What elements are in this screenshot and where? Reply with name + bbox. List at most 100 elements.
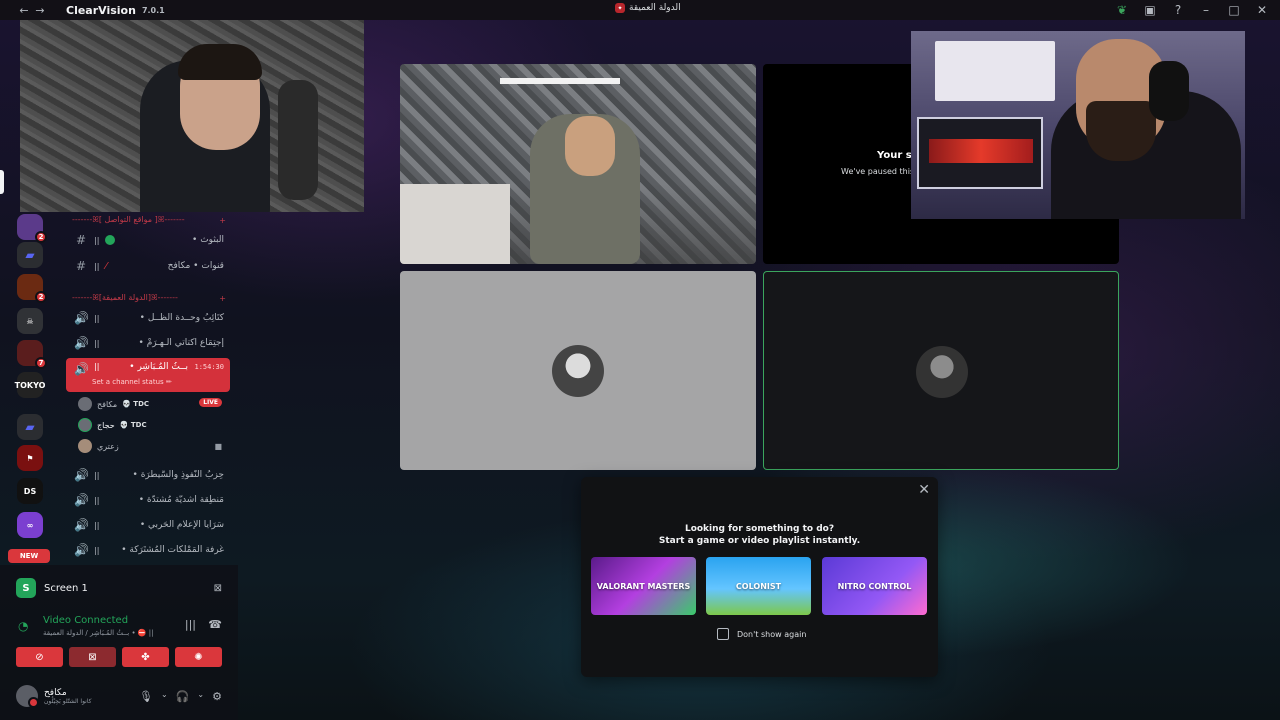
back-icon[interactable]: ←: [16, 2, 32, 18]
gear-icon[interactable]: ⚙: [212, 690, 222, 703]
paused-subtitle: We've paused this: [841, 167, 915, 176]
set-channel-status[interactable]: Set a channel status ✏: [92, 378, 172, 386]
voice-channel[interactable]: 🔊 || سَرَايا الإعلامِ الحَربي •: [66, 514, 230, 536]
voice-channel[interactable]: 🔊 || كَتَائِبُ وحــدة الظــل •: [66, 307, 230, 329]
text-channel[interactable]: # || البثوث •: [66, 229, 230, 251]
speaker-icon: 🔊: [74, 493, 89, 507]
video-content: [929, 139, 1033, 163]
disconnect-icon[interactable]: ☎: [208, 618, 222, 631]
user-info[interactable]: مكافح كانوا الشتّلو بَحِيْلُون: [44, 688, 133, 705]
voice-user-name: زعتري: [97, 441, 119, 451]
microphone-icon[interactable]: 🎙: [139, 690, 153, 703]
minimize-icon[interactable]: –: [1198, 2, 1214, 18]
activity-card-valorant[interactable]: VALORANT MASTERS: [591, 557, 696, 615]
avatar: [78, 397, 92, 411]
voice-user[interactable]: مكافح 💀 TDC LIVE: [78, 394, 228, 414]
camera-icon: ■: [214, 441, 222, 451]
speaker-icon: 🔊: [74, 543, 89, 557]
voice-channel[interactable]: 🔊 || حِزبُ النُّفوذِ والسَّيطَرَة •: [66, 464, 230, 486]
voice-channel[interactable]: 🔊 || مَنطِقة أشديّة مُشتدّة •: [66, 489, 230, 511]
chevron-down-icon[interactable]: ⌄: [161, 690, 168, 703]
pause-icon: ||: [94, 261, 100, 271]
speaker-icon: 🔊: [74, 336, 89, 350]
participant-tile-speaking[interactable]: [763, 271, 1119, 470]
activity-card-colonist[interactable]: COLONIST: [706, 557, 811, 615]
folder-icon[interactable]: ▰: [17, 414, 43, 440]
inbox-icon[interactable]: ▣: [1142, 2, 1158, 18]
mention-badge: 2: [35, 291, 47, 303]
video-content: [1149, 61, 1189, 121]
soundboard-button[interactable]: ✺: [175, 647, 222, 667]
popout-video[interactable]: [911, 31, 1245, 219]
chevron-down-icon[interactable]: ⌄: [197, 690, 204, 703]
signal-icon[interactable]: ◔: [18, 619, 28, 633]
help-icon[interactable]: ?: [1170, 2, 1186, 18]
activity-card-label: COLONIST: [735, 581, 782, 591]
server-icon[interactable]: ☠: [17, 308, 43, 334]
server-icon[interactable]: 2: [17, 274, 47, 303]
pause-icon: ||: [94, 235, 100, 245]
maximize-icon[interactable]: □: [1226, 2, 1242, 18]
avatar: [916, 346, 968, 398]
checkbox[interactable]: [717, 628, 729, 640]
server-icon: ✦: [615, 3, 625, 13]
channel-label: غُرفة المَمْلكات المُشتَرَكة •: [121, 545, 224, 555]
dont-show-again-checkbox[interactable]: Don't show again: [717, 628, 806, 640]
user-name: مكافح: [44, 687, 67, 698]
stop-stream-icon[interactable]: ⊠: [214, 583, 222, 594]
leaf-icon[interactable]: ❦: [1114, 2, 1130, 18]
activity-title: Looking for something to do? Start a gam…: [581, 523, 938, 547]
pause-icon: ||: [94, 338, 100, 348]
close-icon[interactable]: ✕: [1254, 2, 1270, 18]
pause-icon: ||: [94, 470, 100, 480]
noise-suppression-icon[interactable]: |||: [185, 618, 196, 631]
headphones-icon[interactable]: 🎧: [176, 690, 190, 703]
voice-channel-active[interactable]: 🔊 || بــثُ المُـبَاشِر • 1:54:30 Set a c…: [66, 358, 230, 392]
speaker-icon: 🔊: [74, 311, 89, 325]
activity-card-nitro-control[interactable]: NITRO CONTROL: [822, 557, 927, 615]
hash-icon: #: [75, 233, 87, 247]
activity-button[interactable]: ✤: [122, 647, 169, 667]
server-icon[interactable]: ⚑: [17, 445, 43, 471]
category-label: -------ꕤ[ مواقع التواصل ]ꕤ-------: [72, 215, 185, 224]
popout-video[interactable]: [20, 20, 364, 212]
add-channel-icon[interactable]: +: [219, 216, 226, 225]
voice-panel: S Screen 1 ⊠ ◔ Video Connected بــثُ الم…: [0, 565, 238, 720]
screen-share-icon: S: [16, 578, 36, 598]
folder-icon[interactable]: ▰: [17, 242, 43, 268]
category-header[interactable]: -------ꕤ[ مواقع التواصل ]ꕤ------- +: [58, 212, 238, 228]
category-header[interactable]: -------ꕤ[الدولة العميقة]ꕤ------- +: [58, 290, 238, 306]
forward-icon[interactable]: →: [32, 2, 48, 18]
voice-user-name: حجاج: [97, 420, 115, 430]
server-icon[interactable]: ∞: [17, 512, 43, 538]
text-channel[interactable]: # || ⁄ قنوات • مكافح: [66, 255, 230, 277]
add-channel-icon[interactable]: +: [219, 294, 226, 303]
video-content: [917, 117, 1043, 189]
close-icon[interactable]: ✕: [918, 482, 930, 498]
server-icon[interactable]: 7: [17, 340, 47, 369]
user-status-text: كانوا الشتّلو بَحِيْلُون: [44, 697, 92, 705]
server-icon[interactable]: 2: [17, 214, 47, 243]
connection-channel[interactable]: بــثُ المُـبَاشِر / الدولة العميقة • ⛔ |…: [43, 629, 154, 637]
avatar[interactable]: [16, 685, 39, 708]
video-content: [935, 41, 1055, 101]
connection-status[interactable]: Video Connected: [43, 615, 128, 626]
activity-card-label: NITRO CONTROL: [837, 581, 912, 591]
voice-actions: ⊘ ⊠ ✤ ✺: [16, 647, 222, 667]
server-icon[interactable]: TOKYO: [15, 372, 45, 398]
avatar: [78, 418, 92, 432]
status-dot: [105, 235, 116, 245]
participant-tile[interactable]: [400, 271, 756, 470]
screen-share-button[interactable]: ⊠: [69, 647, 116, 667]
voice-channel[interactable]: 🔊 || إجتِمَاع أُكتاتي الـهـرَمْ •: [66, 332, 230, 354]
video-content: [1086, 101, 1156, 161]
camera-off-button[interactable]: ⊘: [16, 647, 63, 667]
voice-channel[interactable]: 🔊 || غُرفة المَمْلكات المُشتَرَكة •: [66, 539, 230, 561]
app-name: ClearVision: [66, 3, 136, 17]
pause-icon: ||: [94, 313, 100, 323]
video-tile[interactable]: [400, 64, 756, 264]
server-icon[interactable]: DS: [17, 478, 43, 504]
voice-user[interactable]: حجاج 💀 TDC: [78, 415, 228, 435]
voice-connection: ◔ Video Connected بــثُ المُـبَاشِر / ال…: [18, 615, 224, 641]
voice-user[interactable]: زعتري ■: [78, 436, 228, 456]
